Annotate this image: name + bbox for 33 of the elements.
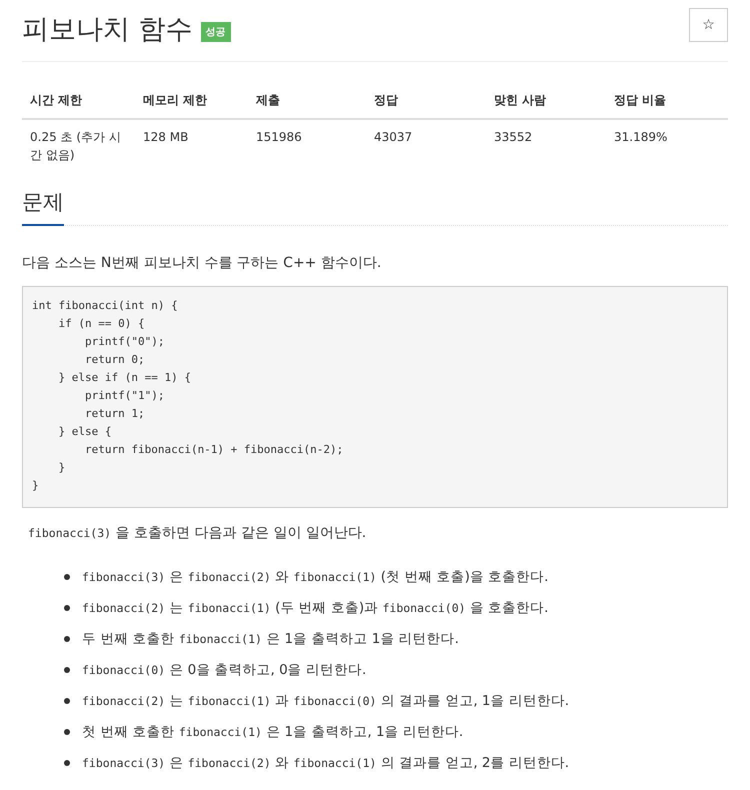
- step-text: fibonacci(2) 는 fibonacci(1) (두 번째 호출)과 fibonacci(0) 을 호출한다.: [81, 598, 550, 618]
- step-text: fibonacci(3) 은 fibonacci(2) 와 fibonacci(1) (첫 번째 호출)을 호출한다.: [81, 568, 550, 587]
- column-header: 제출: [248, 84, 366, 119]
- bullet-icon: [64, 729, 70, 736]
- column-header: 정답 비율: [606, 84, 728, 119]
- table-cell: 128 MB: [135, 119, 248, 172]
- bullet-icon: [64, 574, 70, 580]
- column-header: 메모리 제한: [135, 84, 248, 119]
- section-heading: 문제: [22, 188, 64, 226]
- description-text: fibonacci(3) 을 호출하면 다음과 같은 일이 일어난다.: [27, 524, 368, 543]
- table-cell: 43037: [366, 119, 486, 172]
- column-header: 시간 제한: [22, 84, 135, 119]
- bullet-icon: [64, 636, 70, 642]
- result-badge: 성공: [200, 22, 231, 42]
- step-text: fibonacci(3) 은 fibonacci(2) 와 fibonacci(1) 의 결과를 얻고, 2를 리턴한다.: [81, 754, 570, 773]
- step-text: fibonacci(2) 는 fibonacci(1) 과 fibonacci(0) 의 결과를 얻고, 1을 리턴한다.: [81, 692, 570, 711]
- column-header: 맞힌 사람: [486, 84, 606, 119]
- bullet-icon: [64, 667, 70, 674]
- column-header: 정답: [366, 84, 486, 119]
- table-cell: 151986: [248, 119, 366, 172]
- code-block: int fibonacci(int n) { if (n == 0) { printf("0"); return 0; } else if (n == 1) { printf("1"); return 1; } else { return fibonacci(n-1) + fibonacci(n-2); } }: [22, 286, 728, 508]
- step-text: 첫 번째 호출한 fibonacci(1) 은 1을 출력하고, 1을 리턴한다.: [81, 722, 464, 742]
- intro-text: 다음 소스는 N번째 피보나치 수를 구하는 C++ 함수이다.: [22, 254, 382, 272]
- bullet-icon: [64, 605, 70, 612]
- table-cell: 33552: [486, 119, 606, 172]
- table-cell: 0.25 초 (추가 시간 없음): [22, 119, 135, 172]
- star-button[interactable]: ☆: [689, 8, 728, 42]
- step-text: 두 번째 호출한 fibonacci(1) 은 1을 출력하고 1을 리턴한다.: [81, 630, 460, 649]
- table-cell: 31.189%: [606, 119, 728, 172]
- bullet-icon: [64, 760, 70, 766]
- bullet-icon: [64, 698, 70, 704]
- step-text: fibonacci(0) 은 0을 출력하고, 0을 리턴한다.: [81, 660, 368, 680]
- problem-title: 피보나치 함수: [22, 14, 193, 46]
